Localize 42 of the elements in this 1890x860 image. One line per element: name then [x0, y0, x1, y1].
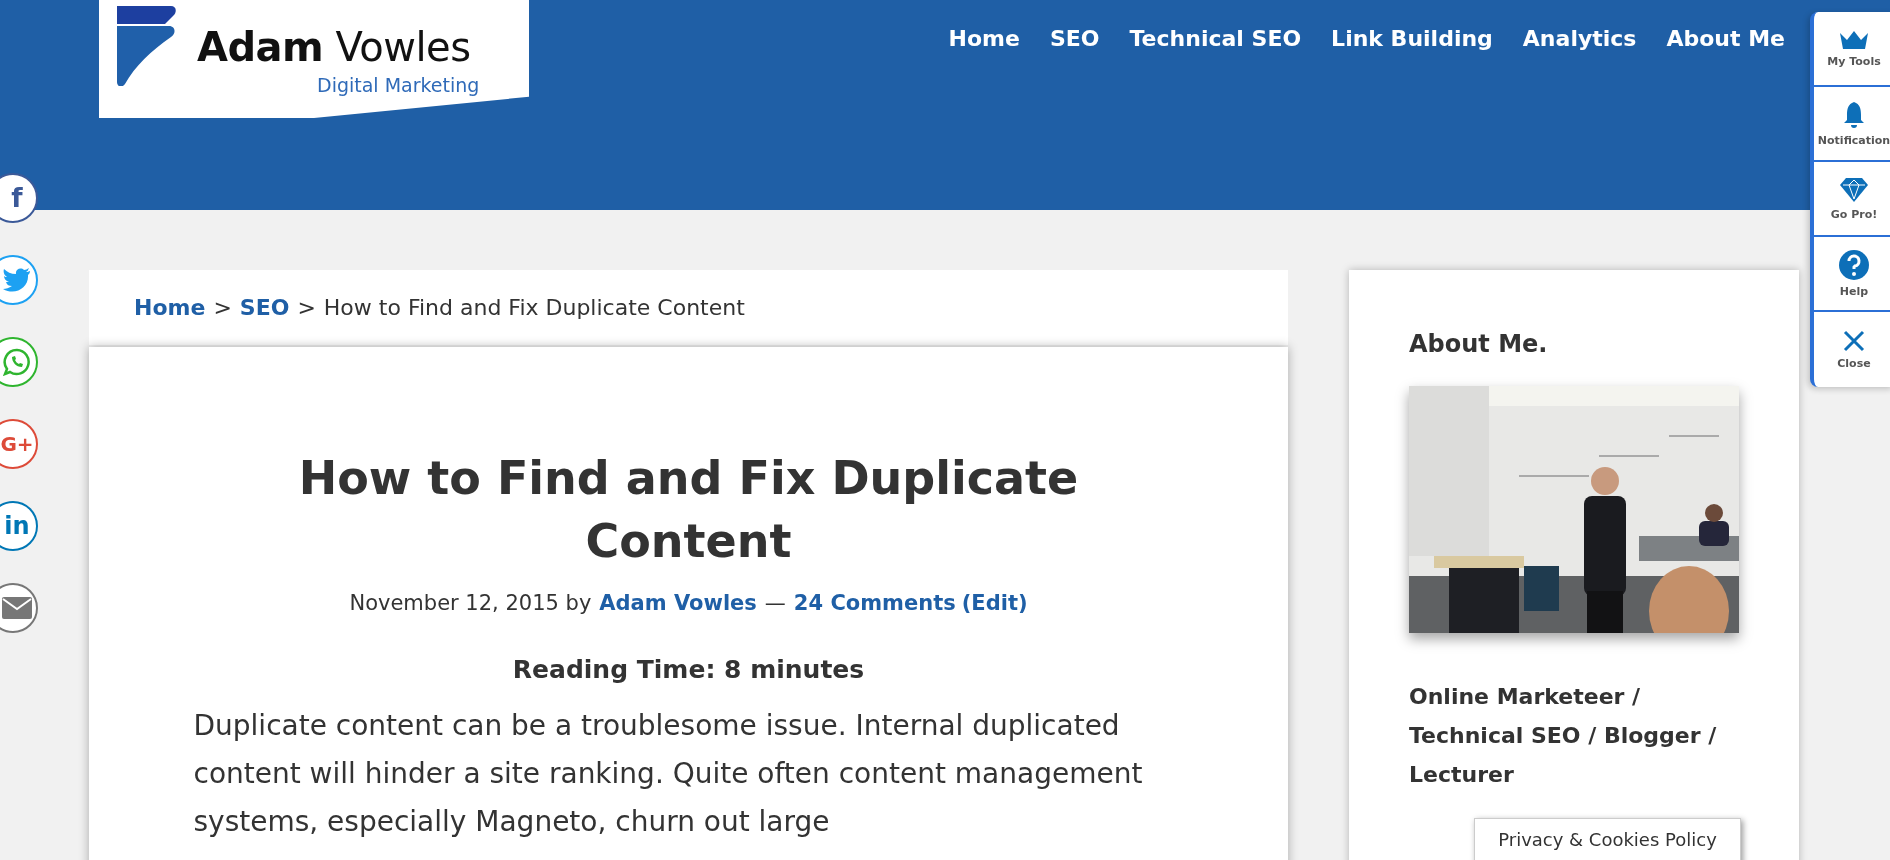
nav-link[interactable]: Analytics: [1522, 26, 1637, 51]
post-date: November 12, 2015 by: [349, 591, 592, 615]
comments-link[interactable]: 24 Comments: [793, 591, 956, 615]
breadcrumb-current: How to Find and Fix Duplicate Content: [323, 295, 745, 320]
tool-button[interactable]: Go Pro!: [1814, 162, 1890, 237]
breadcrumb-separator: >: [213, 295, 232, 320]
article-paragraph: Duplicate content can be a troublesome issue. Internal duplicated content will hinder a site ranking. Quite often content management systems, especially Magneto, churn out large: [193, 708, 1144, 840]
social-share-icon[interactable]: [0, 255, 38, 305]
breadcrumb-separator: >: [297, 295, 316, 320]
logo-name: Adam Vowles: [197, 24, 472, 70]
nav-link[interactable]: Technical SEO: [1129, 26, 1302, 51]
tool-button[interactable]: Help: [1814, 237, 1890, 312]
edit-link[interactable]: (Edit): [961, 591, 1028, 615]
tool-button[interactable]: Notification: [1814, 87, 1890, 162]
tool-button[interactable]: Close: [1814, 312, 1890, 387]
nav-link[interactable]: Link Building: [1331, 26, 1493, 51]
social-share-icon[interactable]: in: [0, 501, 38, 551]
close-icon: [1843, 329, 1865, 352]
sidebar-heading: About Me.: [1409, 330, 1549, 358]
social-share-icon[interactable]: [0, 337, 38, 387]
diamond-icon: [1839, 176, 1869, 203]
logo-icon: [115, 6, 177, 86]
crown-icon: [1839, 29, 1869, 50]
author-link[interactable]: Adam Vowles: [599, 591, 757, 615]
social-share-icon[interactable]: f: [0, 173, 38, 223]
nav-link[interactable]: Home: [948, 26, 1020, 51]
sidebar-roles: Online Marketeer / Technical SEO / Blogger / Lecturer: [1409, 683, 1718, 789]
article-title: How to Find and Fix Duplicate Content: [297, 450, 1080, 570]
tool-button[interactable]: My Tools: [1814, 12, 1890, 87]
reading-time: Reading Time: 8 minutes: [512, 655, 865, 684]
nav-link[interactable]: About Me: [1666, 26, 1785, 51]
nav-link[interactable]: SEO: [1049, 26, 1100, 51]
social-share-icon[interactable]: G+: [0, 419, 38, 469]
breadcrumb-link[interactable]: Home: [134, 295, 206, 320]
help-icon: [1839, 249, 1869, 280]
breadcrumb-link[interactable]: SEO: [239, 295, 290, 320]
meta-dash: —: [764, 591, 786, 615]
privacy-button[interactable]: Privacy & Cookies Policy: [1474, 818, 1741, 860]
logo-tagline: Digital Marketing: [317, 74, 480, 96]
bell-icon: [1842, 100, 1866, 129]
logo[interactable]: Adam Vowles Digital Marketing: [99, 0, 529, 118]
email-icon[interactable]: [0, 583, 38, 633]
